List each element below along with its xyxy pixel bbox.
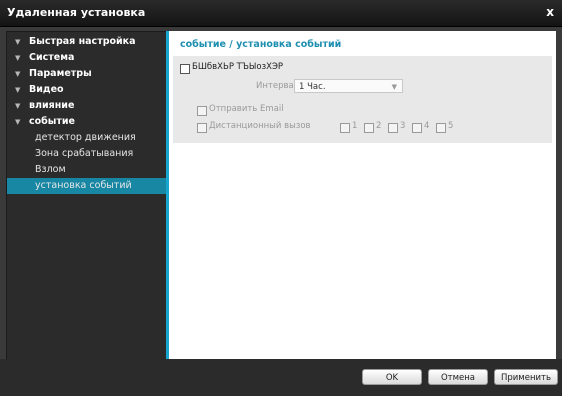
sidebar-item-quick-setup[interactable]: ▼ Быстрая настройка: [7, 34, 166, 50]
expand-arrow-icon: ▼: [15, 54, 21, 62]
settings-sidebar: ▼ Быстрая настройка ▼ Система ▼ Параметр…: [6, 31, 167, 361]
remote-call-option-4[interactable]: [412, 123, 422, 133]
expand-arrow-icon: ▼: [15, 102, 21, 110]
interval-label: Интервал: [256, 81, 300, 91]
enable-event-label: БШбвХЬР ТЪЫозХЭР: [192, 62, 284, 72]
sidebar-item-label: Система: [29, 52, 75, 63]
expand-arrow-icon: ▼: [15, 70, 21, 78]
cancel-button[interactable]: Отмена: [428, 369, 488, 385]
sidebar-item-label: Зона срабатывания: [35, 148, 134, 159]
send-email-checkbox[interactable]: [197, 106, 207, 116]
remote-call-option-label: 5: [448, 121, 454, 131]
ok-button[interactable]: OK: [362, 369, 422, 385]
page-title: событие / установка событий: [180, 39, 342, 50]
remote-call-option-label: 4: [424, 121, 430, 131]
window-title: Удаленная установка: [7, 6, 146, 19]
remote-call-option-2[interactable]: [364, 123, 374, 133]
sidebar-item-label: Быстрая настройка: [29, 36, 136, 47]
enable-event-checkbox[interactable]: [180, 64, 190, 74]
remote-call-option-5[interactable]: [436, 123, 446, 133]
close-icon[interactable]: x: [546, 5, 554, 19]
sidebar-item-event[interactable]: ▼ событие: [7, 114, 166, 130]
sidebar-item-label: влияние: [29, 100, 75, 111]
interval-select[interactable]: 1 Час. ▼: [294, 79, 403, 93]
remote-call-label: Дистанционный вызов: [209, 121, 311, 131]
event-settings-panel: БШбвХЬР ТЪЫозХЭР Интервал 1 Час. ▼ Отпра…: [173, 56, 552, 143]
apply-button[interactable]: Применить: [494, 369, 558, 385]
sidebar-item-label: Параметры: [29, 68, 92, 79]
sidebar-item-label: Видео: [29, 84, 64, 95]
sidebar-item-label: установка событий: [35, 180, 132, 191]
remote-call-option-label: 3: [400, 121, 406, 131]
expand-arrow-icon: ▼: [15, 86, 21, 94]
sidebar-item-label: Взлом: [35, 164, 66, 175]
remote-call-checkbox[interactable]: [197, 123, 207, 133]
sidebar-item-influence[interactable]: ▼ влияние: [7, 98, 166, 114]
sidebar-item-label: событие: [29, 116, 75, 127]
sidebar-item-video[interactable]: ▼ Видео: [7, 82, 166, 98]
sidebar-item-motion-detector[interactable]: детектор движения: [7, 130, 166, 146]
chevron-down-icon: ▼: [391, 83, 397, 91]
sidebar-item-parameters[interactable]: ▼ Параметры: [7, 66, 166, 82]
remote-setup-window: Удаленная установка x ▼ Быстрая настройк…: [0, 0, 562, 396]
sidebar-item-tamper[interactable]: Взлом: [7, 162, 166, 178]
interval-value: 1 Час.: [299, 82, 326, 92]
remote-call-option-1[interactable]: [340, 123, 350, 133]
remote-call-option-label: 2: [376, 121, 382, 131]
remote-call-option-label: 1: [352, 121, 358, 131]
title-bar: Удаленная установка x: [0, 0, 562, 27]
expand-arrow-icon: ▼: [15, 38, 21, 46]
expand-arrow-icon: ▼: [15, 118, 21, 126]
sidebar-item-system[interactable]: ▼ Система: [7, 50, 166, 66]
sidebar-item-event-setup[interactable]: установка событий: [7, 178, 166, 194]
main-content: событие / установка событий БШбвХЬР ТЪЫо…: [169, 31, 556, 359]
sidebar-item-trigger-zone[interactable]: Зона срабатывания: [7, 146, 166, 162]
remote-call-option-3[interactable]: [388, 123, 398, 133]
send-email-label: Отправить Email: [209, 104, 284, 114]
sidebar-item-label: детектор движения: [35, 132, 136, 143]
